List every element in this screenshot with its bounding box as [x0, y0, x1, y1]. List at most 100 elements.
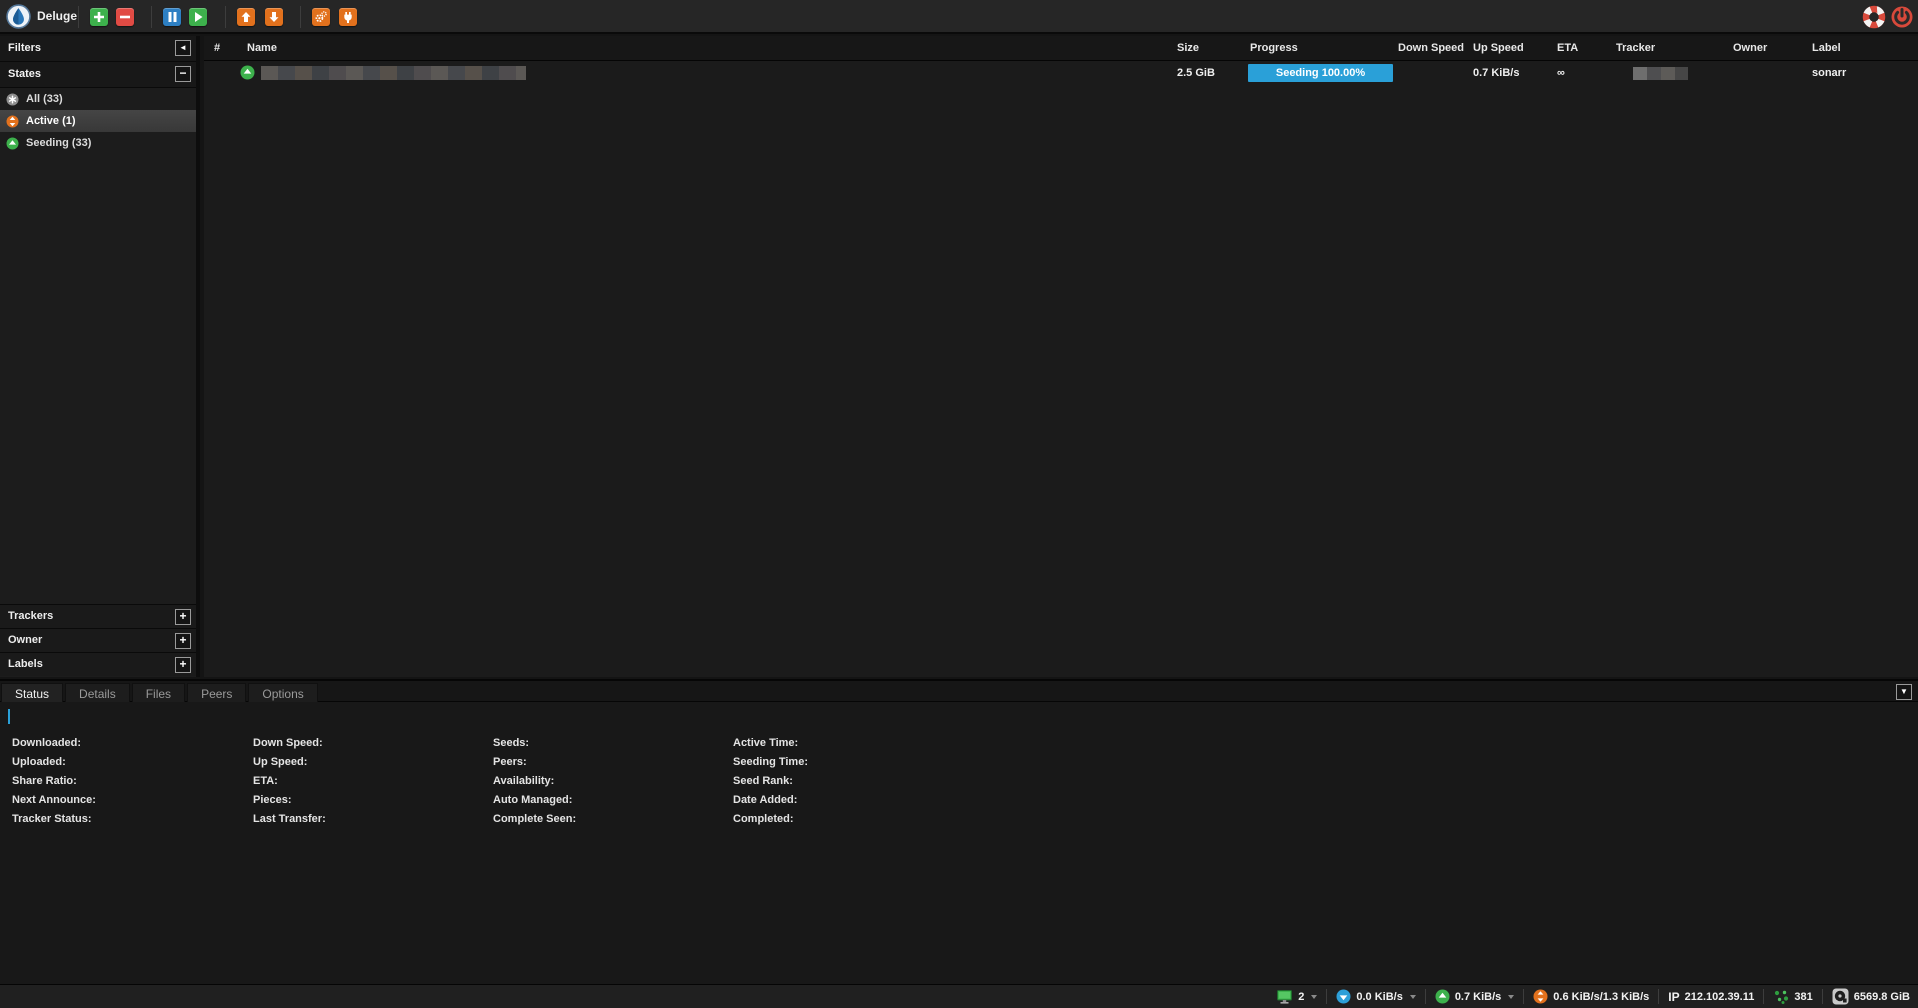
minus-icon: [120, 12, 130, 22]
filter-state-active[interactable]: Active (1): [0, 110, 196, 132]
expand-labels-button[interactable]: [175, 657, 191, 673]
resume-button[interactable]: [189, 8, 207, 26]
collapse-details-panel-button[interactable]: [1896, 684, 1912, 700]
upload-icon: [1435, 989, 1450, 1004]
field-last-transfer: Last Transfer:: [253, 810, 326, 829]
column-header-number[interactable]: #: [214, 42, 220, 54]
statusbar-separator: [1425, 989, 1426, 1004]
chevron-down-icon: [1311, 995, 1317, 999]
ip-label: IP: [1668, 990, 1679, 1004]
torrent-name-redacted: [261, 66, 526, 80]
filter-label: Active (1): [26, 115, 76, 127]
filter-state-seeding[interactable]: Seeding (33): [0, 132, 196, 154]
upload-speed-value: 0.7 KiB/s: [1455, 991, 1501, 1003]
labels-section-header[interactable]: Labels: [0, 652, 196, 676]
field-next-announce: Next Announce:: [12, 791, 96, 810]
field-downloaded: Downloaded:: [12, 734, 96, 753]
column-header-size[interactable]: Size: [1177, 42, 1199, 54]
filters-panel-header: Filters: [0, 36, 196, 62]
torrent-grid: # Name Size Progress Down Speed Up Speed…: [204, 36, 1918, 677]
collapse-states-button[interactable]: [175, 66, 191, 82]
arrow-down-icon: [269, 12, 279, 22]
expand-owner-button[interactable]: [175, 633, 191, 649]
pause-button[interactable]: [163, 8, 181, 26]
toolbar-separator: [151, 6, 152, 28]
grid-header-row: # Name Size Progress Down Speed Up Speed…: [204, 36, 1918, 61]
toolbar-separator: [300, 6, 301, 28]
protocol-traffic-indicator[interactable]: 0.6 KiB/s/1.3 KiB/s: [1533, 989, 1649, 1004]
protocol-traffic-value: 0.6 KiB/s/1.3 KiB/s: [1553, 991, 1649, 1003]
help-button[interactable]: [1862, 5, 1886, 29]
torrent-row[interactable]: 2.5 GiB Seeding 100.00% 0.7 KiB/s ∞ sona…: [204, 62, 1918, 84]
seeding-state-icon: [6, 137, 19, 150]
toolbar-separator: [225, 6, 226, 28]
dht-nodes-count: 381: [1794, 991, 1812, 1003]
statusbar-separator: [1523, 989, 1524, 1004]
owner-section-header[interactable]: Owner: [0, 628, 196, 652]
filters-title: Filters: [8, 42, 41, 54]
states-title: States: [8, 68, 41, 80]
queue-up-button[interactable]: [237, 8, 255, 26]
queue-down-button[interactable]: [265, 8, 283, 26]
filter-label: Seeding (33): [26, 137, 91, 149]
upload-speed-indicator[interactable]: 0.7 KiB/s: [1435, 989, 1514, 1004]
trackers-section-header[interactable]: Trackers: [0, 604, 196, 628]
field-up-speed: Up Speed:: [253, 753, 326, 772]
pause-icon: [168, 12, 177, 22]
add-torrent-button[interactable]: [90, 8, 108, 26]
traffic-icon: [1533, 989, 1548, 1004]
column-header-eta[interactable]: ETA: [1557, 42, 1578, 54]
statusbar-separator: [1763, 989, 1764, 1004]
play-icon: [194, 12, 203, 22]
details-tabs-bar: Status Details Files Peers Options: [0, 679, 1918, 702]
field-completed: Completed:: [733, 810, 808, 829]
column-header-progress[interactable]: Progress: [1250, 42, 1298, 54]
column-header-tracker[interactable]: Tracker: [1616, 42, 1655, 54]
connections-indicator[interactable]: 2: [1276, 989, 1317, 1005]
app-title: Deluge: [37, 9, 77, 23]
all-state-icon: [6, 93, 19, 106]
owner-title: Owner: [8, 634, 42, 646]
status-column-2: Down Speed: Up Speed: ETA: Pieces: Last …: [253, 734, 326, 829]
statusbar: 2 0.0 KiB/s 0.7 KiB/s 0.6 KiB/s/1.3 KiB/…: [0, 984, 1918, 1008]
cell-upspeed: 0.7 KiB/s: [1473, 67, 1519, 79]
connection-manager-button[interactable]: [339, 8, 357, 26]
field-active-time: Active Time:: [733, 734, 808, 753]
field-seed-rank: Seed Rank:: [733, 772, 808, 791]
field-date-added: Date Added:: [733, 791, 808, 810]
logout-button[interactable]: [1890, 5, 1914, 29]
dht-icon: [1773, 989, 1789, 1005]
states-section-header[interactable]: States: [0, 62, 196, 88]
download-speed-value: 0.0 KiB/s: [1356, 991, 1402, 1003]
download-speed-indicator[interactable]: 0.0 KiB/s: [1336, 989, 1415, 1004]
column-header-name[interactable]: Name: [247, 42, 277, 54]
status-column-1: Downloaded: Uploaded: Share Ratio: Next …: [12, 734, 96, 829]
chevron-down-icon: [1410, 995, 1416, 999]
active-state-icon: [6, 115, 19, 128]
cell-label: sonarr: [1812, 67, 1846, 79]
column-header-upspeed[interactable]: Up Speed: [1473, 42, 1524, 54]
statusbar-separator: [1326, 989, 1327, 1004]
remove-torrent-button[interactable]: [116, 8, 134, 26]
filters-sidebar: Filters States All (33) Active (1) Seedi…: [0, 36, 200, 677]
field-pieces: Pieces:: [253, 791, 326, 810]
labels-title: Labels: [8, 658, 43, 670]
field-peers: Peers:: [493, 753, 576, 772]
preferences-button[interactable]: [312, 8, 330, 26]
filter-state-all[interactable]: All (33): [0, 88, 196, 110]
expand-trackers-button[interactable]: [175, 609, 191, 625]
progress-bar: Seeding 100.00%: [1248, 64, 1393, 82]
toolbar: Deluge: [0, 0, 1918, 34]
cell-tracker-redacted: [1633, 67, 1688, 80]
seeding-status-icon: [240, 65, 255, 80]
field-down-speed: Down Speed:: [253, 734, 326, 753]
deluge-logo-icon: [6, 4, 31, 29]
field-complete-seen: Complete Seen:: [493, 810, 576, 829]
connections-icon: [1276, 989, 1293, 1005]
collapse-sidebar-button[interactable]: [175, 40, 191, 56]
column-header-owner[interactable]: Owner: [1733, 42, 1767, 54]
connections-count: 2: [1298, 991, 1304, 1003]
toolbar-separator: [78, 6, 79, 28]
column-header-label[interactable]: Label: [1812, 42, 1841, 54]
column-header-downspeed[interactable]: Down Speed: [1398, 42, 1464, 54]
